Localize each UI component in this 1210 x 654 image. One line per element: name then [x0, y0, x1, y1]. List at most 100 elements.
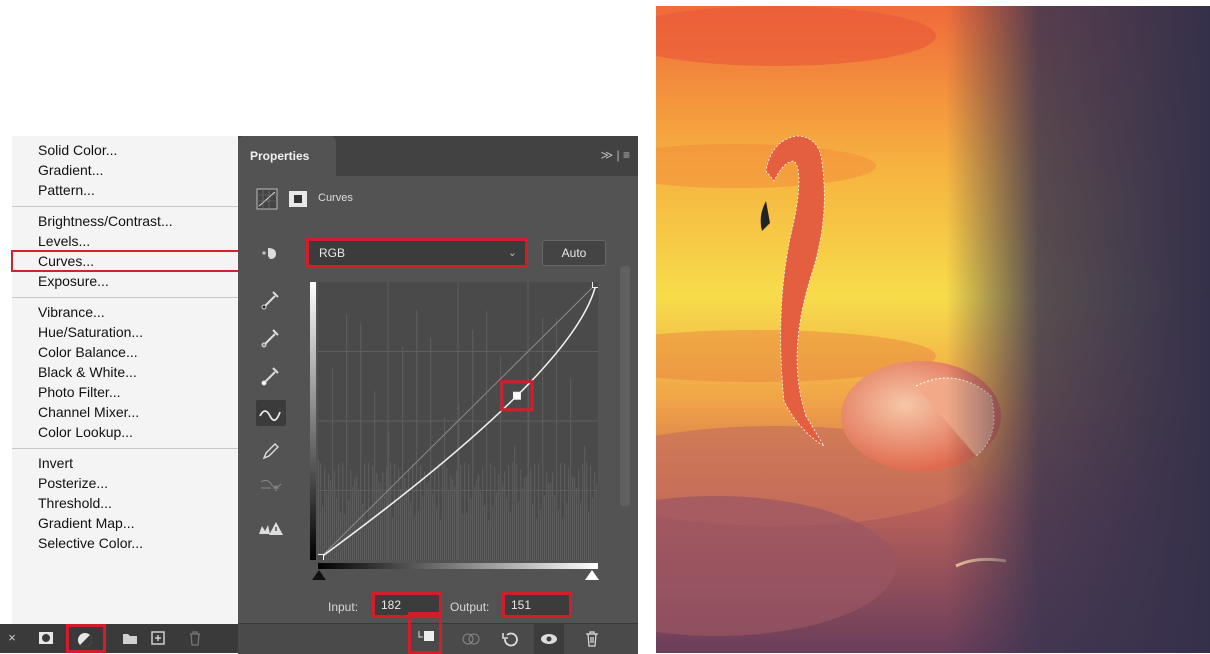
histogram-bar [548, 482, 550, 560]
new-layer-icon[interactable] [150, 630, 166, 646]
histogram-bar [526, 476, 528, 560]
histogram-bar [472, 329, 474, 560]
reset-icon[interactable] [500, 630, 520, 648]
menu-item-curves[interactable]: Curves... [11, 250, 241, 272]
menu-item-selective-color[interactable]: Selective Color... [12, 533, 238, 553]
histogram-bar [380, 483, 382, 560]
menu-item-levels[interactable]: Levels... [12, 231, 238, 251]
histogram-bar [506, 497, 508, 560]
smooth-icon[interactable] [256, 472, 286, 498]
menu-item-invert[interactable]: Invert [12, 453, 238, 473]
histogram-bar [342, 462, 344, 560]
histogram-bar [588, 511, 590, 560]
histogram-bar [454, 486, 456, 560]
menu-item-vibrance[interactable]: Vibrance... [12, 302, 238, 322]
histogram-bar [488, 520, 490, 560]
menu-item-photo-filter[interactable]: Photo Filter... [12, 382, 238, 402]
channel-select[interactable]: RGB ⌄ [306, 238, 528, 268]
menu-item-brightness-contrast[interactable]: Brightness/Contrast... [12, 211, 238, 231]
histogram-bar [382, 472, 384, 560]
layer-mask-icon[interactable] [288, 190, 308, 208]
histogram-bar [572, 476, 574, 560]
menu-item-gradient-map[interactable]: Gradient Map... [12, 513, 238, 533]
curve-canvas[interactable] [316, 280, 600, 562]
histogram-bar [582, 464, 584, 560]
histogram-bar [542, 318, 544, 560]
tab-properties[interactable]: Properties [238, 136, 336, 176]
trash-icon[interactable] [188, 630, 202, 646]
output-label: Output: [450, 600, 490, 614]
histogram-bar [456, 470, 458, 560]
histogram-bar [352, 486, 354, 560]
gray-point-eyedropper-icon[interactable] [256, 324, 286, 350]
curve-graph[interactable] [316, 280, 600, 562]
menu-item-color-lookup[interactable]: Color Lookup... [12, 422, 238, 442]
menu-item-color-balance[interactable]: Color Balance... [12, 342, 238, 362]
histogram-bar [460, 464, 462, 560]
white-point-eyedropper-icon[interactable] [256, 362, 286, 388]
menu-item-gradient[interactable]: Gradient... [12, 160, 238, 180]
input-gradient-bar [318, 563, 598, 569]
properties-panel: Properties ≫ | ≡ Curves RGB ⌄ Auto Input… [238, 136, 638, 654]
curve-point-icon[interactable] [256, 400, 286, 426]
histogram-bar [560, 462, 562, 560]
folder-icon[interactable] [122, 631, 138, 645]
histogram-bar [546, 472, 548, 560]
histogram-bar [566, 503, 568, 560]
menu-item-channel-mixer[interactable]: Channel Mixer... [12, 402, 238, 422]
properties-footer [238, 612, 638, 654]
clipping-warning-icon[interactable] [256, 516, 286, 542]
menu-item-pattern[interactable]: Pattern... [12, 180, 238, 200]
histogram-bar [514, 445, 516, 560]
output-gradient-bar [310, 282, 316, 560]
menu-item-black-white[interactable]: Black & White... [12, 362, 238, 382]
mask-icon[interactable] [38, 630, 54, 646]
close-icon[interactable]: × [4, 630, 20, 646]
white-point-slider[interactable] [585, 570, 599, 580]
auto-button[interactable]: Auto [542, 240, 606, 266]
menu-item-posterize[interactable]: Posterize... [12, 473, 238, 493]
histogram-bar [540, 509, 542, 560]
view-previous-icon[interactable] [460, 630, 482, 648]
target-adjust-icon[interactable] [256, 240, 286, 266]
histogram-bar [532, 503, 534, 560]
black-point-eyedropper-icon[interactable] [256, 286, 286, 312]
visibility-toggle[interactable] [534, 624, 564, 654]
histogram-bar [534, 463, 536, 560]
visibility-icon [541, 634, 557, 644]
histogram-bar [494, 466, 496, 560]
scrollbar[interactable] [620, 266, 630, 506]
curve-point[interactable] [592, 280, 600, 288]
menu-item-exposure[interactable]: Exposure... [12, 271, 238, 291]
panel-menu-icon[interactable]: ≫ | ≡ [601, 148, 630, 162]
histogram-bar [570, 378, 572, 560]
histogram-bar [520, 469, 522, 560]
menu-item-solid-color[interactable]: Solid Color... [12, 140, 238, 160]
menu-item-hue-saturation[interactable]: Hue/Saturation... [12, 322, 238, 342]
delete-icon[interactable] [584, 630, 600, 648]
input-label: Input: [328, 600, 359, 614]
histogram-bar [326, 492, 328, 560]
histogram-bar [478, 474, 480, 560]
selected-curve-point[interactable] [512, 391, 521, 400]
menu-item-threshold[interactable]: Threshold... [12, 493, 238, 513]
histogram-bar [438, 463, 440, 560]
curve-point[interactable] [316, 554, 324, 562]
flamingo-photo [656, 6, 1210, 653]
curves-adjustment-icon [256, 188, 278, 210]
histogram-bar [468, 464, 470, 560]
histogram-bar [510, 511, 512, 560]
histogram-bar [448, 490, 450, 560]
pencil-icon[interactable] [256, 438, 286, 464]
histogram-bar [466, 513, 468, 560]
histogram-bar [584, 445, 586, 560]
histogram-bar [440, 519, 442, 560]
histogram-bar [364, 463, 366, 560]
histogram-bar [496, 492, 498, 560]
adjustment-layer-button[interactable] [66, 624, 106, 653]
histogram-bar [486, 311, 488, 560]
black-point-slider[interactable] [312, 570, 326, 580]
histogram-bar [372, 466, 374, 560]
output-field[interactable]: 151 [502, 592, 572, 618]
clip-to-layer-button[interactable] [408, 612, 442, 654]
